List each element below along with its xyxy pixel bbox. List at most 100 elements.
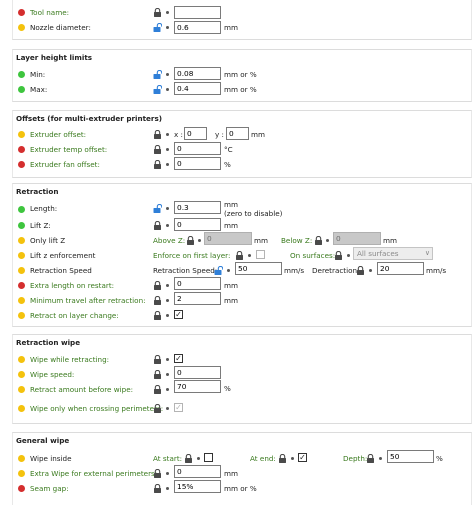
min-layer-height-input[interactable]: 0.08	[174, 67, 221, 80]
simple-mode-dot	[18, 206, 25, 213]
wipe-retracting-label: Wipe while retracting:	[30, 355, 110, 364]
simple-mode-dot	[18, 86, 25, 93]
y-label: y :	[215, 130, 224, 139]
bullet-icon	[166, 11, 169, 14]
on-surfaces-label: On surfaces:	[290, 251, 336, 260]
lift-z-label: Lift Z:	[30, 221, 51, 230]
below-z-input[interactable]: 0	[333, 232, 381, 245]
lock-icon[interactable]	[153, 160, 162, 169]
below-z-unit: mm	[383, 236, 398, 245]
lock-icon[interactable]	[366, 454, 375, 463]
lock-icon[interactable]	[278, 454, 287, 463]
lock-icon[interactable]	[153, 281, 162, 290]
bullet-icon	[326, 239, 329, 242]
unlock-icon[interactable]	[153, 85, 162, 94]
lock-icon[interactable]	[153, 145, 162, 154]
min-travel-unit: mm	[224, 296, 239, 305]
lock-icon[interactable]	[153, 130, 162, 139]
simple-mode-dot	[18, 71, 25, 78]
at-start-checkbox[interactable]	[204, 453, 213, 462]
simple-mode-dot	[18, 222, 25, 229]
extra-length-unit: mm	[224, 281, 239, 290]
retract-layer-change-checkbox[interactable]: ✓	[174, 310, 183, 319]
surfaces-select-value: All surfaces	[357, 249, 399, 258]
lock-icon[interactable]	[153, 355, 162, 364]
lock-icon[interactable]	[153, 404, 162, 413]
extra-wipe-input[interactable]: 0	[174, 465, 221, 478]
lock-icon[interactable]	[153, 385, 162, 394]
fan-offset-input[interactable]: 0	[174, 157, 221, 170]
min-label: Min:	[30, 70, 46, 79]
lock-icon[interactable]	[184, 454, 193, 463]
lock-icon[interactable]	[153, 469, 162, 478]
extruder-offset-x-input[interactable]: 0	[184, 127, 207, 140]
bullet-icon	[227, 269, 230, 272]
unlock-icon[interactable]	[214, 266, 223, 275]
lock-icon[interactable]	[153, 311, 162, 320]
temp-offset-input[interactable]: 0	[174, 142, 221, 155]
advanced-mode-dot	[18, 131, 25, 138]
extruder-offset-y-input[interactable]: 0	[226, 127, 249, 140]
expert-mode-dot	[18, 161, 25, 168]
bullet-icon	[166, 373, 169, 376]
retraction-title: Retraction	[16, 187, 59, 196]
tool-name-input[interactable]	[174, 6, 221, 19]
max-layer-height-input[interactable]: 0.4	[174, 82, 221, 95]
lock-icon[interactable]	[153, 484, 162, 493]
lift-z-input[interactable]: 0	[174, 218, 221, 231]
fan-offset-unit: %	[224, 160, 231, 169]
retract-before-wipe-label: Retract amount before wipe:	[30, 385, 134, 394]
extruder-offset-unit: mm	[251, 130, 266, 139]
general-panel	[12, 0, 472, 40]
bullet-icon	[198, 239, 201, 242]
deretraction-speed-input[interactable]: 20	[377, 262, 424, 275]
bullet-icon	[248, 254, 251, 257]
unlock-icon[interactable]	[153, 204, 162, 213]
wipe-crossing-checkbox[interactable]: ✓	[174, 403, 183, 412]
temp-offset-unit: °C	[224, 145, 233, 154]
advanced-mode-dot	[18, 24, 25, 31]
lock-icon[interactable]	[153, 8, 162, 17]
lock-icon[interactable]	[334, 251, 343, 260]
retract-before-wipe-unit: %	[224, 384, 231, 393]
retraction-wipe-title: Retraction wipe	[16, 338, 81, 347]
above-z-input[interactable]: 0	[204, 232, 252, 245]
bullet-icon	[379, 457, 382, 460]
enforce-first-layer-checkbox[interactable]	[256, 250, 265, 259]
lock-icon[interactable]	[153, 296, 162, 305]
unlock-icon[interactable]	[153, 70, 162, 79]
retraction-speed-sub-label: Retraction Speed:	[153, 266, 218, 275]
lock-icon[interactable]	[235, 251, 244, 260]
extra-length-input[interactable]: 0	[174, 277, 221, 290]
wipe-inside-label: Wipe inside	[30, 454, 72, 463]
at-end-checkbox[interactable]: ✓	[298, 453, 307, 462]
retraction-speed-label: Retraction Speed	[30, 266, 92, 275]
max-label: Max:	[30, 85, 48, 94]
above-z-label: Above Z:	[153, 236, 186, 245]
seam-gap-input[interactable]: 15%	[174, 480, 221, 493]
bullet-icon	[166, 163, 169, 166]
lift-z-unit: mm	[224, 221, 239, 230]
retraction-length-input[interactable]: 0.3	[174, 201, 221, 214]
lock-icon[interactable]	[356, 266, 365, 275]
wipe-speed-input[interactable]: 0	[174, 366, 221, 379]
retraction-speed-input[interactable]: 50	[235, 262, 282, 275]
tool-name-label: Tool name:	[30, 8, 70, 17]
unlock-icon[interactable]	[153, 23, 162, 32]
lock-icon[interactable]	[153, 370, 162, 379]
lock-icon[interactable]	[186, 236, 195, 245]
wipe-retracting-checkbox[interactable]: ✓	[174, 354, 183, 363]
lift-z-enforcement-label: Lift z enforcement	[30, 251, 96, 260]
extruder-offset-label: Extruder offset:	[30, 130, 87, 139]
bullet-icon	[166, 88, 169, 91]
min-travel-input[interactable]: 2	[174, 292, 221, 305]
lock-icon[interactable]	[314, 236, 323, 245]
lock-icon[interactable]	[153, 221, 162, 230]
depth-input[interactable]: 50	[387, 450, 434, 463]
x-label: x :	[174, 130, 183, 139]
surfaces-select[interactable]: All surfaces ∨	[353, 247, 433, 260]
max-unit: mm or %	[224, 85, 257, 94]
nozzle-diameter-input[interactable]: 0.6	[174, 21, 221, 34]
deretraction-unit: mm/s	[426, 266, 447, 275]
retract-before-wipe-input[interactable]: 70	[174, 380, 221, 393]
